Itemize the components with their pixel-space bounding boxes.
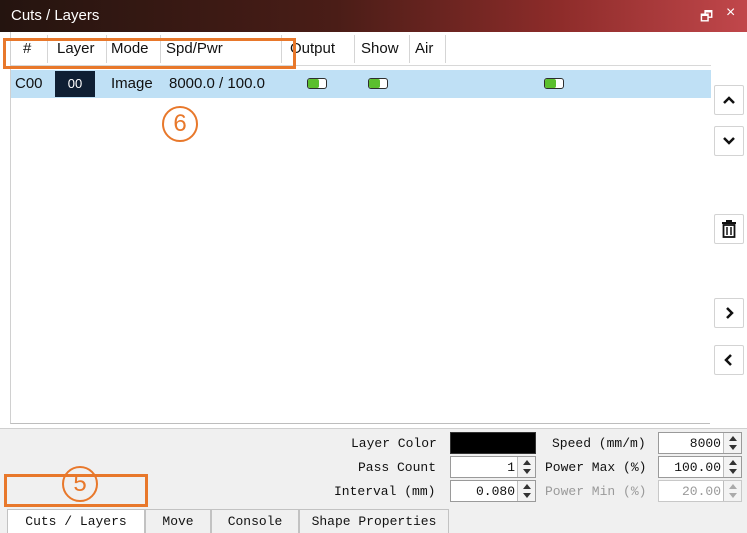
interval-spinbox[interactable]: 0.080 xyxy=(450,480,536,502)
tab-shape-properties[interactable]: Shape Properties xyxy=(299,509,449,533)
show-toggle[interactable] xyxy=(368,78,388,89)
power-min-value: 20.00 xyxy=(681,484,721,499)
layer-color-badge[interactable]: 00 xyxy=(55,71,95,97)
spin-arrows[interactable] xyxy=(517,481,535,501)
toggle-knob xyxy=(545,79,556,88)
spin-down-icon xyxy=(729,493,737,498)
restore-icon[interactable]: 🗗 xyxy=(700,6,713,30)
chevron-right-icon xyxy=(726,307,734,319)
interval-label: Interval (mm) xyxy=(334,484,436,499)
spin-up-icon[interactable] xyxy=(729,436,737,441)
column-divider[interactable] xyxy=(354,35,355,63)
spin-up-icon[interactable] xyxy=(729,460,737,465)
spin-arrows[interactable] xyxy=(723,457,741,477)
tab-cuts-layers[interactable]: Cuts / Layers xyxy=(7,509,145,533)
row-mode[interactable]: Image xyxy=(111,75,153,92)
pass-count-value: 1 xyxy=(507,460,515,475)
move-layer-down-button[interactable] xyxy=(714,126,744,156)
title-bar: Cuts / Layers 🗗 × xyxy=(0,0,747,32)
row-spd-pwr: 8000.0 / 100.0 xyxy=(169,75,265,92)
window-title: Cuts / Layers xyxy=(11,7,100,24)
spin-arrows xyxy=(723,481,741,501)
spin-arrows[interactable] xyxy=(723,433,741,453)
row-id: C00 xyxy=(15,75,43,92)
power-min-spinbox: 20.00 xyxy=(658,480,742,502)
chevron-down-icon xyxy=(723,137,735,145)
power-max-value: 100.00 xyxy=(674,460,721,475)
power-max-spinbox[interactable]: 100.00 xyxy=(658,456,742,478)
layer-color-swatch[interactable] xyxy=(450,432,536,454)
power-max-label: Power Max (%) xyxy=(545,460,647,475)
output-toggle[interactable] xyxy=(307,78,327,89)
spin-arrows[interactable] xyxy=(517,457,535,477)
power-min-label: Power Min (%) xyxy=(545,484,647,499)
move-right-button[interactable] xyxy=(714,298,744,328)
pass-count-label: Pass Count xyxy=(358,460,437,475)
trash-icon xyxy=(722,220,736,238)
move-layer-up-button[interactable] xyxy=(714,85,744,115)
toggle-knob xyxy=(308,79,319,88)
toggle-knob xyxy=(369,79,380,88)
spin-up-icon[interactable] xyxy=(523,460,531,465)
spin-down-icon[interactable] xyxy=(523,493,531,498)
callout-marker-6: 6 xyxy=(162,106,198,142)
spin-up-icon xyxy=(729,484,737,489)
column-header-show[interactable]: Show xyxy=(361,40,399,57)
column-header-output[interactable]: Output xyxy=(290,40,335,57)
pass-count-spinbox[interactable]: 1 xyxy=(450,456,536,478)
speed-value: 8000 xyxy=(689,436,721,451)
interval-value: 0.080 xyxy=(475,484,515,499)
column-divider[interactable] xyxy=(445,35,446,63)
tab-console[interactable]: Console xyxy=(211,509,299,533)
layers-table: # Layer Mode Spd/Pwr Output Show Air C00… xyxy=(10,32,711,424)
table-row[interactable]: C00 00 Image 8000.0 / 100.0 xyxy=(11,70,711,98)
callout-marker-5: 5 xyxy=(62,466,98,502)
chevron-left-icon xyxy=(724,354,732,366)
close-icon[interactable]: × xyxy=(726,4,735,22)
speed-label: Speed (mm/m) xyxy=(552,436,646,451)
spin-down-icon[interactable] xyxy=(523,469,531,474)
chevron-up-icon xyxy=(723,96,735,104)
delete-layer-button[interactable] xyxy=(714,214,744,244)
spin-down-icon[interactable] xyxy=(729,445,737,450)
layer-color-label: Layer Color xyxy=(351,436,437,451)
spin-down-icon[interactable] xyxy=(729,469,737,474)
air-toggle[interactable] xyxy=(544,78,564,89)
spin-up-icon[interactable] xyxy=(523,484,531,489)
move-left-button[interactable] xyxy=(714,345,744,375)
bottom-tab-bar: Cuts / Layers Move Console Shape Propert… xyxy=(0,509,747,533)
speed-spinbox[interactable]: 8000 xyxy=(658,432,742,454)
column-header-air[interactable]: Air xyxy=(415,40,433,57)
row-highlight-callout xyxy=(3,38,296,69)
tab-move[interactable]: Move xyxy=(145,509,211,533)
column-divider[interactable] xyxy=(409,35,410,63)
